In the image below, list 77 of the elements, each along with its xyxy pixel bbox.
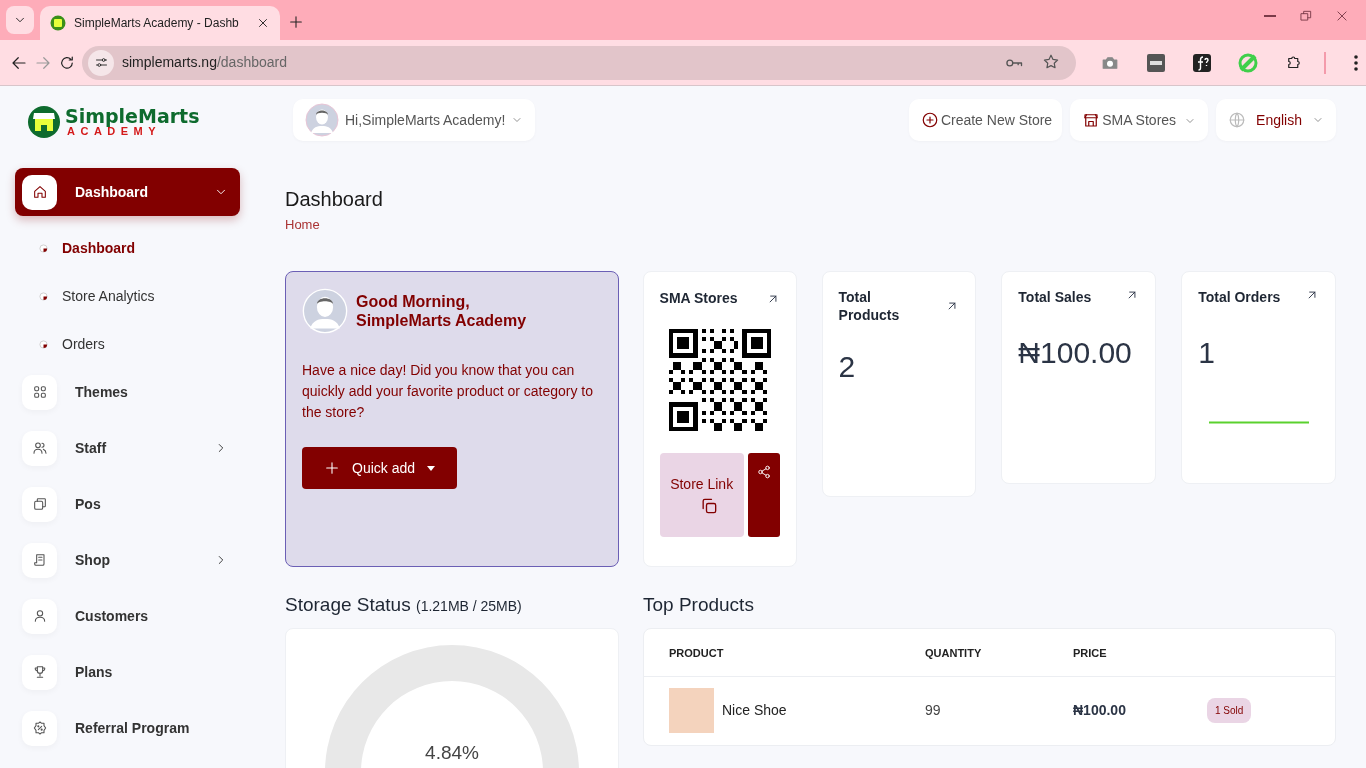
bullet-icon [39, 291, 48, 301]
people-icon [31, 440, 48, 456]
font-extension-icon [1193, 53, 1211, 72]
share-icon [756, 465, 771, 479]
browser-tab[interactable]: SimpleMarts Academy - Dashb [40, 6, 280, 40]
document-icon [31, 552, 48, 568]
submenu-item[interactable]: Orders [15, 320, 111, 368]
globe-icon [1228, 111, 1247, 129]
stat-title: Total Sales [1018, 288, 1092, 306]
close-icon [1335, 9, 1349, 23]
caret-icon [427, 465, 436, 471]
plus-icon [324, 460, 340, 476]
column-header: PRICE [1073, 646, 1107, 659]
restore-icon [1299, 9, 1313, 23]
sidebar-item[interactable]: Shop [15, 536, 240, 584]
section-heading: Storage Status (1.21MB / 25MB) [285, 593, 523, 617]
sidebar-item[interactable]: Customers [15, 592, 240, 640]
submenu-item[interactable]: Store Analytics [15, 272, 161, 320]
plus-icon [288, 14, 304, 30]
stat-title: Total Orders [1198, 288, 1281, 306]
stat-value: 2 [838, 349, 857, 385]
photo-placeholder [669, 688, 714, 733]
welcome-message: Have a nice day! Did you know that you can quickly add your favorite product or category to the store? [302, 361, 595, 422]
squares-icon [31, 496, 48, 512]
stat-value: 1 [1198, 335, 1216, 371]
sidebar-item[interactable]: Themes [15, 368, 240, 416]
language-selector[interactable]: English [1216, 99, 1336, 141]
quick-add-button[interactable]: Quick add [302, 447, 458, 489]
logo-icon [27, 105, 61, 139]
site-settings-icon [93, 55, 109, 70]
table-cell: 99 [925, 702, 941, 718]
sidebar-item[interactable]: Plans [15, 648, 240, 696]
stat-title: Total Products [838, 288, 901, 324]
minimize-icon [1264, 15, 1276, 17]
address-bar[interactable]: simplemarts.ng/dashboard [82, 45, 1076, 80]
create-store-button[interactable]: Create New Store [908, 99, 1063, 141]
shop-icon [1082, 111, 1101, 129]
slashed-circle-icon [1238, 52, 1258, 73]
url-text: simplemarts.ng/dashboard [122, 53, 287, 72]
card-title: SMA Stores [659, 289, 738, 308]
avatar-icon [305, 103, 339, 137]
store-selector[interactable]: SMA Stores [1070, 99, 1209, 141]
sidebar-item[interactable]: Dashboard [15, 168, 240, 216]
logo-name: SimpleMarts [65, 107, 200, 126]
home-icon [31, 184, 48, 200]
reload-icon [58, 53, 76, 72]
store-link-button[interactable]: Store Link [659, 453, 744, 537]
bullet-icon [39, 339, 48, 349]
column-header: QUANTITY [925, 646, 982, 659]
avatar-icon [302, 288, 348, 334]
sidebar-item[interactable]: Referral Program [15, 704, 240, 752]
user-menu-button[interactable]: Hi,SimpleMarts Academy! [293, 99, 536, 141]
sidebar-item[interactable]: Staff [15, 424, 240, 472]
gauge-percent: 4.84% [425, 740, 479, 765]
submenu-item[interactable]: Dashboard [15, 224, 142, 272]
page-title: Dashboard [285, 187, 383, 212]
greeting-heading: Good Morning, SimpleMarts Academy [356, 292, 527, 330]
percent-badge-icon [31, 720, 48, 736]
star-icon [1042, 52, 1060, 71]
sidebar-item[interactable]: Pos [15, 480, 240, 528]
logo-tagline: ACADEMY [67, 126, 162, 137]
plus-circle-icon [920, 111, 939, 129]
favicon-icon [50, 15, 66, 31]
close-icon [256, 16, 270, 30]
sold-count: 1 Sold [1207, 698, 1252, 723]
grid-icon [31, 384, 48, 400]
bullet-icon [39, 243, 48, 253]
section-heading: Top Products [643, 593, 755, 617]
breadcrumb-link[interactable]: Home [285, 217, 320, 232]
share-button[interactable] [747, 453, 780, 537]
more-vertical-icon [1354, 54, 1358, 71]
column-header: PRODUCT [669, 646, 724, 659]
table-cell: ₦100.00 [1073, 702, 1126, 718]
off-badge-icon [1147, 53, 1165, 72]
product-name: Nice Shoe [722, 701, 787, 720]
tab-title: SimpleMarts Academy - Dashb [74, 15, 240, 32]
stat-value: ₦100.00 [1018, 335, 1133, 371]
